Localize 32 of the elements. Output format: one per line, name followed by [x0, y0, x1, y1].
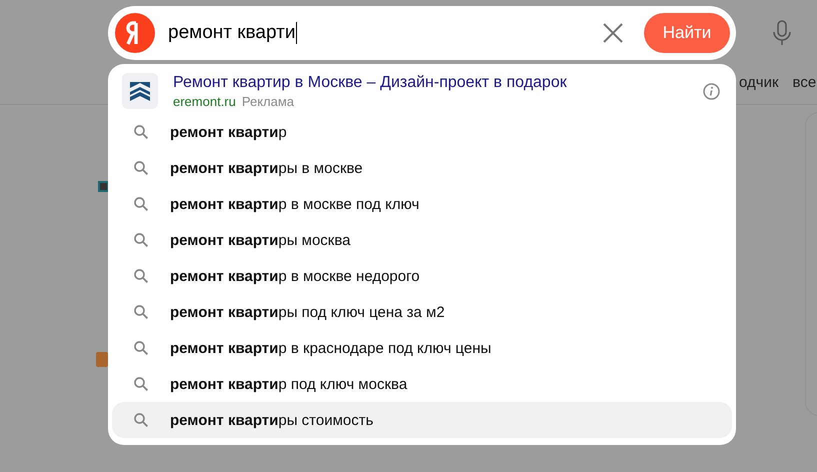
microphone-icon[interactable] [771, 20, 793, 46]
query-text: ремонт кварти [168, 22, 298, 44]
square-icon [98, 181, 109, 192]
search-icon [134, 413, 148, 427]
suggestion-item[interactable]: ремонт квартир в краснодаре под ключ цены [112, 330, 732, 366]
suggestion-item[interactable]: ремонт квартиры москва [112, 222, 732, 258]
suggestion-item[interactable]: ремонт квартиры под ключ цена за м2 [112, 294, 732, 330]
suggestion-item[interactable]: ремонт квартир в москве под ключ [112, 186, 732, 222]
search-icon [134, 125, 148, 139]
ad-label: Реклама [242, 94, 294, 108]
ad-domain[interactable]: eremont.ru [173, 94, 236, 108]
search-field[interactable]: ремонт кварти Найти [108, 6, 736, 60]
chevron-logo-icon [122, 73, 158, 109]
suggestion-item[interactable]: ремонт квартиры в москве [112, 150, 732, 186]
close-icon[interactable] [603, 23, 623, 43]
search-icon [134, 341, 148, 355]
suggestion-item[interactable]: ремонт квартиры стоимость [112, 402, 732, 438]
search-icon [134, 233, 148, 247]
badge-icon [96, 352, 108, 367]
suggestion-item[interactable]: ремонт квартир в москве недорого [112, 258, 732, 294]
search-icon [134, 197, 148, 211]
suggestion-item[interactable]: ремонт квартир под ключ москва [112, 366, 732, 402]
search-icon [134, 161, 148, 175]
nav-tab[interactable]: все [792, 74, 816, 91]
suggestion-item[interactable]: ремонт квартир [112, 114, 732, 150]
search-icon [134, 305, 148, 319]
ad-link[interactable]: Ремонт квартир в Москве – Дизайн-проект в подарок [173, 74, 703, 92]
nav-tab[interactable]: одчик [739, 74, 779, 91]
search-icon [134, 377, 148, 391]
logo-icon [115, 13, 155, 53]
info-icon[interactable] [703, 82, 720, 100]
search-icon [134, 269, 148, 283]
